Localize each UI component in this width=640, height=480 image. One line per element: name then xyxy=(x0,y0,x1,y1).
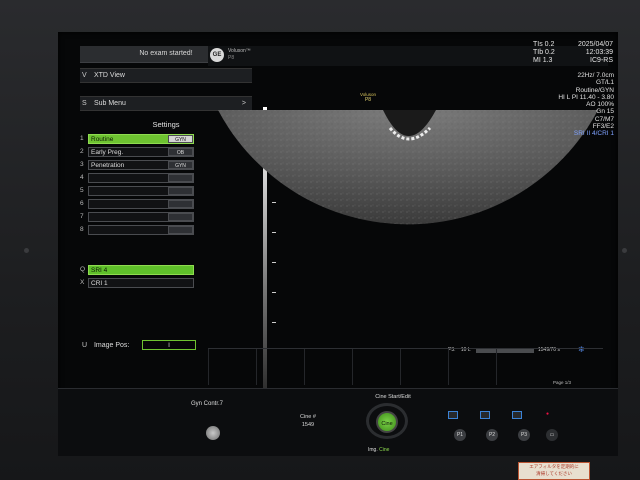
preset-number: 1 xyxy=(80,135,84,142)
param-line: Gn 15 xyxy=(596,108,614,116)
preset-number: 7 xyxy=(80,213,84,220)
cine-timeline xyxy=(208,348,603,385)
param-line: 22Hz/ 7.0cm xyxy=(577,72,615,79)
preset-tag: GYN xyxy=(168,161,193,169)
p1-button[interactable]: P1 xyxy=(454,429,466,441)
sticker-line-2: 清掃してください xyxy=(536,471,572,476)
print-slot-icon[interactable] xyxy=(448,411,458,419)
hotkey-label: U xyxy=(82,342,88,349)
trackball-knob-icon[interactable] xyxy=(206,426,220,440)
timeline-cell xyxy=(448,349,497,385)
preset-tag xyxy=(168,200,193,208)
param-line: AO 100% xyxy=(586,101,614,109)
cart-icon[interactable]: ▭ xyxy=(546,429,558,441)
cine-number-value: 1549 xyxy=(301,422,315,428)
param-highlight: SRI II 4/CRI 1 xyxy=(573,130,614,138)
param-line: FF3/E2 xyxy=(592,123,614,131)
preset-number: 4 xyxy=(80,174,84,181)
param-line: Routine/GYN xyxy=(575,86,614,94)
image-pos-field[interactable]: I xyxy=(142,340,196,350)
ultrasound-screen: No exam started! V XTD View S Sub Menu >… xyxy=(58,32,618,456)
p3-button[interactable]: P3 xyxy=(518,429,530,441)
cine-start-edit-title: Cine Start/Edit xyxy=(375,394,411,400)
preset-number: 2 xyxy=(80,148,84,155)
print-slot-icon[interactable] xyxy=(512,411,522,419)
preset-tag xyxy=(168,174,193,182)
image-pos-label: Image Pos: xyxy=(93,342,130,349)
preset-tag xyxy=(168,187,193,195)
preset-number: 5 xyxy=(80,187,84,194)
page-indicator: Page 1/3 xyxy=(553,380,572,385)
time-value: 12:03:39 xyxy=(585,49,613,57)
param-line: HI L PI 11.40 - 3.80 xyxy=(558,93,614,101)
sticker-line-1: エアフィルタを定期的に xyxy=(529,464,579,469)
print-slot-icon[interactable] xyxy=(480,411,490,419)
preset-tag: OB xyxy=(168,148,193,156)
preset-tag xyxy=(168,226,193,234)
timeline-cell xyxy=(400,349,449,385)
hotkey-label: Q xyxy=(80,266,86,273)
img-mode-value: Cine xyxy=(379,447,390,453)
bezel-sensor xyxy=(24,248,29,253)
sri-value: SRI 4 xyxy=(88,265,194,275)
air-filter-sticker: エアフィルタを定期的に 清掃してください xyxy=(518,462,590,480)
p2-button[interactable]: P2 xyxy=(486,429,498,441)
cine-number: Cine # 1549 xyxy=(296,413,320,429)
volume-tag: Voluson P8 xyxy=(360,92,376,103)
bezel-sensor xyxy=(622,248,627,253)
bottom-control-panel: Gyn Contr.7 Cine # 1549 Cine Start/Edit … xyxy=(58,388,618,456)
cine-number-label: Cine # xyxy=(300,414,316,420)
param-line: C7/M7 xyxy=(594,115,614,123)
preset-number: 8 xyxy=(80,226,84,233)
preset-number: 6 xyxy=(80,200,84,207)
date-time-probe: 2025/04/07 12:03:39 IC9-RS xyxy=(563,41,613,66)
timeline-cell xyxy=(304,349,353,385)
timeline-cell xyxy=(256,349,305,385)
preset-number: 3 xyxy=(80,161,84,168)
xtd-view-label: XTD View xyxy=(93,72,125,79)
img-mode: Img. Cine xyxy=(368,447,389,453)
image-parameters: 22Hz/ 7.0cm GT/L1 Routine/GYN HI L PI 11… xyxy=(520,72,614,138)
sub-menu-label: Sub Menu xyxy=(93,100,126,107)
hotkey-label: X xyxy=(80,279,85,286)
cine-start-button[interactable]: Cine xyxy=(376,411,398,433)
param-line: GT/L1 xyxy=(595,79,614,87)
timeline-cell xyxy=(208,349,257,385)
probe-value: IC9-RS xyxy=(590,57,613,65)
volume-probe: P8 xyxy=(364,97,372,103)
date-value: 2025/04/07 xyxy=(577,41,613,48)
preset-tag: GYN xyxy=(168,135,193,143)
img-mode-label: Img. xyxy=(368,447,378,453)
record-icon[interactable]: ● xyxy=(546,411,549,417)
timeline-cell xyxy=(496,349,545,385)
gyn-contrast-label[interactable]: Gyn Contr.7 xyxy=(191,401,223,407)
preset-tag xyxy=(168,213,193,221)
hotkey-label: S xyxy=(82,100,87,107)
hotkey-label: V xyxy=(82,72,87,79)
cri-value: CRI 1 xyxy=(88,278,194,288)
timeline-cell xyxy=(352,349,401,385)
